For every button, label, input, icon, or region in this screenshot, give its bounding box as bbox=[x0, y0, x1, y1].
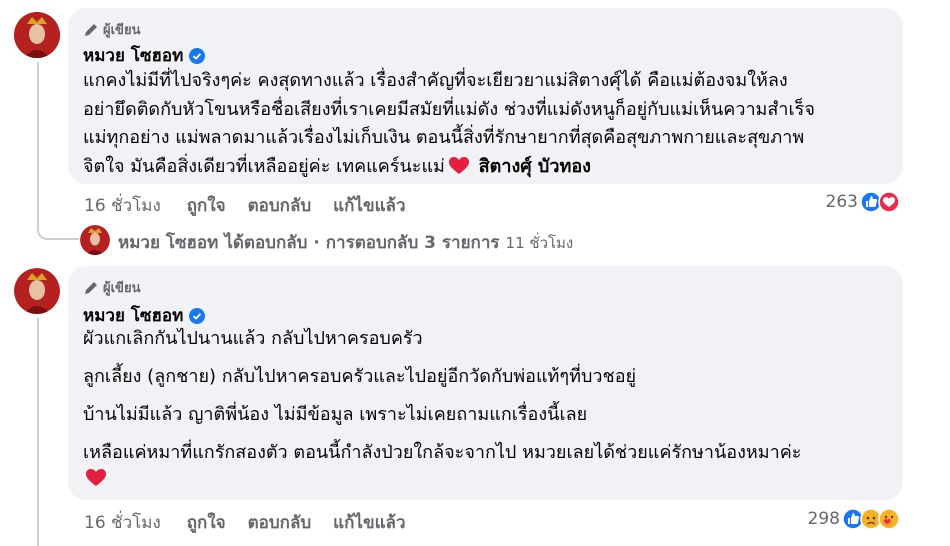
like-button[interactable]: ถูกใจ bbox=[187, 192, 226, 219]
reply-author-name: หมวย โซฮอท bbox=[118, 233, 219, 253]
timestamp[interactable]: 16 ชั่วโมง bbox=[84, 509, 161, 536]
avatar[interactable] bbox=[14, 268, 60, 314]
comment-line: แม่ทุกอย่าง แม่พลาดมาแล้วเรื่องไม่เก็บเง… bbox=[83, 127, 805, 148]
love-icon bbox=[878, 191, 900, 213]
comment-paragraph: ผัวแกเลิกกันไปนานแล้ว กลับไปหาครอบครัว bbox=[83, 328, 423, 349]
reply-avatar[interactable] bbox=[80, 225, 110, 255]
comment-paragraph: บ้านไม่มีแล้ว ญาติพี่น้อง ไม่มีข้อมูล เพ… bbox=[83, 404, 588, 425]
pencil-icon bbox=[85, 281, 97, 294]
comment-bubble: ผู้เขียน หมวย โซฮอท แกคงไม่มีที่ไปจริงๆค… bbox=[68, 8, 903, 184]
comment-line: อย่ายึดติดกับหัวโขนหรือชื่อเสียงที่เราเค… bbox=[83, 98, 815, 120]
heart-icon bbox=[86, 469, 106, 486]
reply-time: 11 ชั่วโมง bbox=[505, 233, 574, 252]
reaction-count: 263 bbox=[825, 192, 858, 212]
comment-actions: 16 ชั่วโมง ถูกใจ ตอบกลับ แก้ไขแล้ว bbox=[84, 509, 428, 536]
thread-line bbox=[37, 318, 39, 546]
comment-line: จิตใจ มันคือสิ่งเดียวที่เหลืออยู่ค่ะ เทค… bbox=[83, 155, 445, 177]
author-badge-label: ผู้เขียน bbox=[103, 23, 141, 38]
like-button[interactable]: ถูกใจ bbox=[187, 509, 226, 536]
reply-button[interactable]: ตอบกลับ bbox=[248, 192, 312, 219]
heart-icon bbox=[448, 156, 469, 174]
author-badge: ผู้เขียน bbox=[83, 277, 140, 298]
comment-paragraph: ลูกเลี้ยง (ลูกชาย) กลับไปหาครอบครัวและไป… bbox=[83, 366, 637, 387]
edited-label[interactable]: แก้ไขแล้ว bbox=[333, 509, 405, 536]
comment-actions: 16 ชั่วโมง ถูกใจ ตอบกลับ แก้ไขแล้ว bbox=[84, 192, 428, 219]
comment-line: แกคงไม่มีที่ไปจริงๆค่ะ คงสุดทางแล้ว เรื่… bbox=[83, 70, 788, 91]
comment-bubble: ผู้เขียน หมวย โซฮอท ผัวแกเลิกกันไปนานแล้… bbox=[68, 266, 903, 500]
comment-text: แกคงไม่มีที่ไปจริงๆค่ะ คงสุดทางแล้ว เรื่… bbox=[83, 67, 898, 181]
reply-summary-text: ได้ตอบกลับ · การตอบกลับ 3 รายการ bbox=[224, 233, 500, 253]
verified-badge-icon bbox=[189, 307, 206, 324]
commenter-name[interactable]: หมวย โซฮอท bbox=[83, 42, 183, 69]
author-badge: ผู้เขียน bbox=[83, 19, 140, 40]
edited-label[interactable]: แก้ไขแล้ว bbox=[333, 192, 405, 219]
comment-paragraph: เหลือแค่หมาที่แกรักสองตัว ตอนนี้กำลังป่ว… bbox=[83, 442, 802, 463]
reaction-count: 298 bbox=[807, 509, 840, 529]
verified-badge-icon bbox=[189, 47, 206, 64]
care-icon bbox=[878, 508, 900, 530]
reaction-summary[interactable]: 263 bbox=[826, 191, 900, 213]
mention-link[interactable]: สิตางศุ์ บัวทอง bbox=[479, 156, 591, 177]
pencil-icon bbox=[85, 23, 97, 36]
timestamp[interactable]: 16 ชั่วโมง bbox=[84, 192, 161, 219]
view-replies-link[interactable]: หมวย โซฮอท ได้ตอบกลับ · การตอบกลับ 3 ราย… bbox=[118, 229, 573, 256]
avatar[interactable] bbox=[14, 12, 60, 58]
author-badge-label: ผู้เขียน bbox=[103, 281, 141, 296]
reaction-summary[interactable]: 298 bbox=[808, 508, 900, 530]
reply-button[interactable]: ตอบกลับ bbox=[248, 509, 312, 536]
